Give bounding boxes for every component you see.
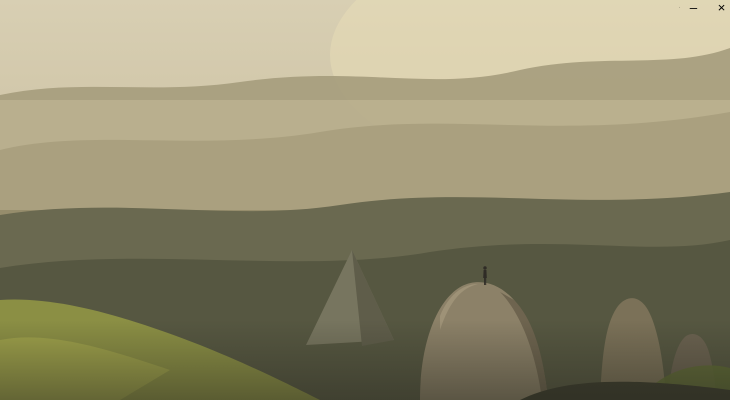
minimize-button[interactable]: – <box>687 0 700 15</box>
search-icon[interactable] <box>673 1 686 13</box>
maximize-button[interactable] <box>701 1 714 13</box>
window-controls: – × <box>673 0 728 15</box>
wallpaper-mountain-photo <box>0 0 730 400</box>
close-button[interactable]: × <box>715 0 728 15</box>
browser-window: – × • • <box>0 0 730 400</box>
